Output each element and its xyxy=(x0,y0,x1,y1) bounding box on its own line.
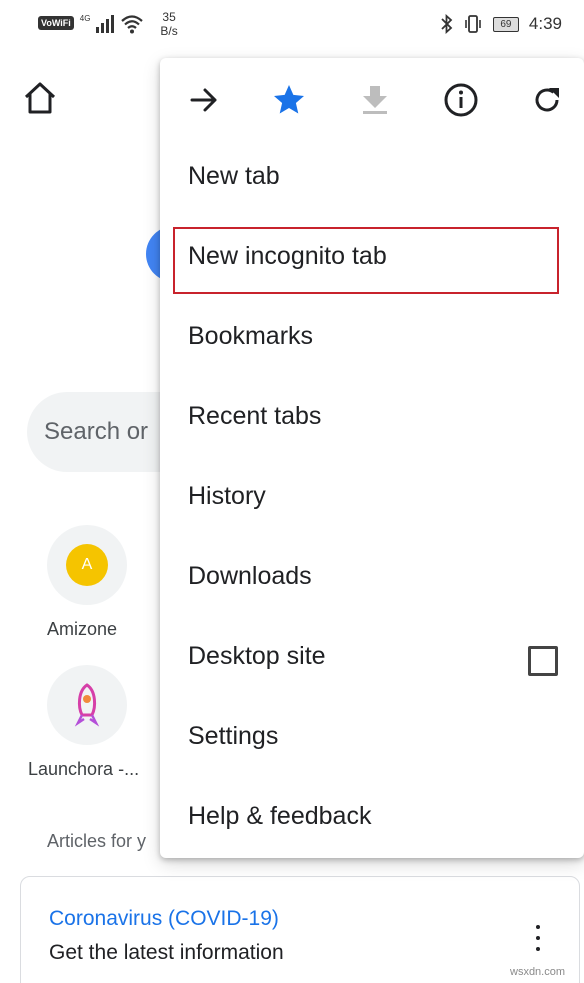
refresh-icon[interactable] xyxy=(527,80,567,120)
amizone-avatar: A xyxy=(66,544,108,586)
battery-icon: 69 xyxy=(492,16,519,32)
search-placeholder: Search or xyxy=(44,418,149,445)
bluetooth-icon xyxy=(441,14,453,34)
menu-item-help-feedback[interactable]: Help & feedback xyxy=(160,780,584,860)
home-icon[interactable] xyxy=(22,80,58,116)
menu-item-bookmarks[interactable]: Bookmarks xyxy=(160,300,584,380)
menu-toolbar xyxy=(160,58,584,140)
menu-item-label: Recent tabs xyxy=(188,402,322,430)
article-subtitle: Get the latest information xyxy=(49,941,284,964)
menu-item-downloads[interactable]: Downloads xyxy=(160,540,584,620)
vowifi-badge: VoWiFi xyxy=(38,16,74,30)
article-title[interactable]: Coronavirus (COVID-19) xyxy=(49,907,279,931)
menu-item-history[interactable]: History xyxy=(160,460,584,540)
articles-heading: Articles for y xyxy=(47,831,147,851)
menu-item-label: New tab xyxy=(188,162,280,190)
network-speed: 35 B/s xyxy=(160,10,178,38)
info-icon[interactable] xyxy=(441,80,481,120)
rocket-icon xyxy=(74,683,100,727)
highlight-box xyxy=(173,227,559,294)
article-card[interactable]: Coronavirus (COVID-19) Get the latest in… xyxy=(20,876,580,983)
menu-item-new-tab[interactable]: New tab xyxy=(160,140,584,220)
shortcut-tile-amizone[interactable]: A xyxy=(47,525,127,605)
menu-item-label: Bookmarks xyxy=(188,322,314,350)
status-bar: VoWiFi 4G 35 B/s 69 4:39 xyxy=(0,0,584,52)
menu-item-label: Settings xyxy=(188,722,279,750)
menu-item-recent-tabs[interactable]: Recent tabs xyxy=(160,380,584,460)
overflow-menu: New tab New incognito tab Bookmarks Rece… xyxy=(160,58,584,858)
menu-item-label: Desktop site xyxy=(188,642,326,670)
vibrate-icon xyxy=(465,15,481,33)
network-type: 4G xyxy=(79,14,91,23)
signal-icon xyxy=(96,13,115,33)
desktop-site-checkbox[interactable] xyxy=(528,646,558,676)
watermark: wsxdn.com xyxy=(510,966,566,978)
shortcut-label-amizone: Amizone xyxy=(47,619,118,639)
menu-item-label: Help & feedback xyxy=(188,802,372,830)
menu-item-label: Downloads xyxy=(188,562,312,590)
menu-item-settings[interactable]: Settings xyxy=(160,700,584,780)
clock: 4:39 xyxy=(528,14,562,33)
wifi-icon xyxy=(121,15,144,34)
menu-item-label: History xyxy=(188,482,266,510)
more-options-icon[interactable] xyxy=(533,925,543,951)
shortcut-label-launchora: Launchora -... xyxy=(28,759,140,779)
forward-icon[interactable] xyxy=(184,80,224,120)
menu-item-desktop-site[interactable]: Desktop site xyxy=(160,620,584,700)
bookmark-star-icon[interactable] xyxy=(269,80,309,120)
shortcut-tile-launchora[interactable] xyxy=(47,665,127,745)
download-icon[interactable] xyxy=(355,80,395,120)
